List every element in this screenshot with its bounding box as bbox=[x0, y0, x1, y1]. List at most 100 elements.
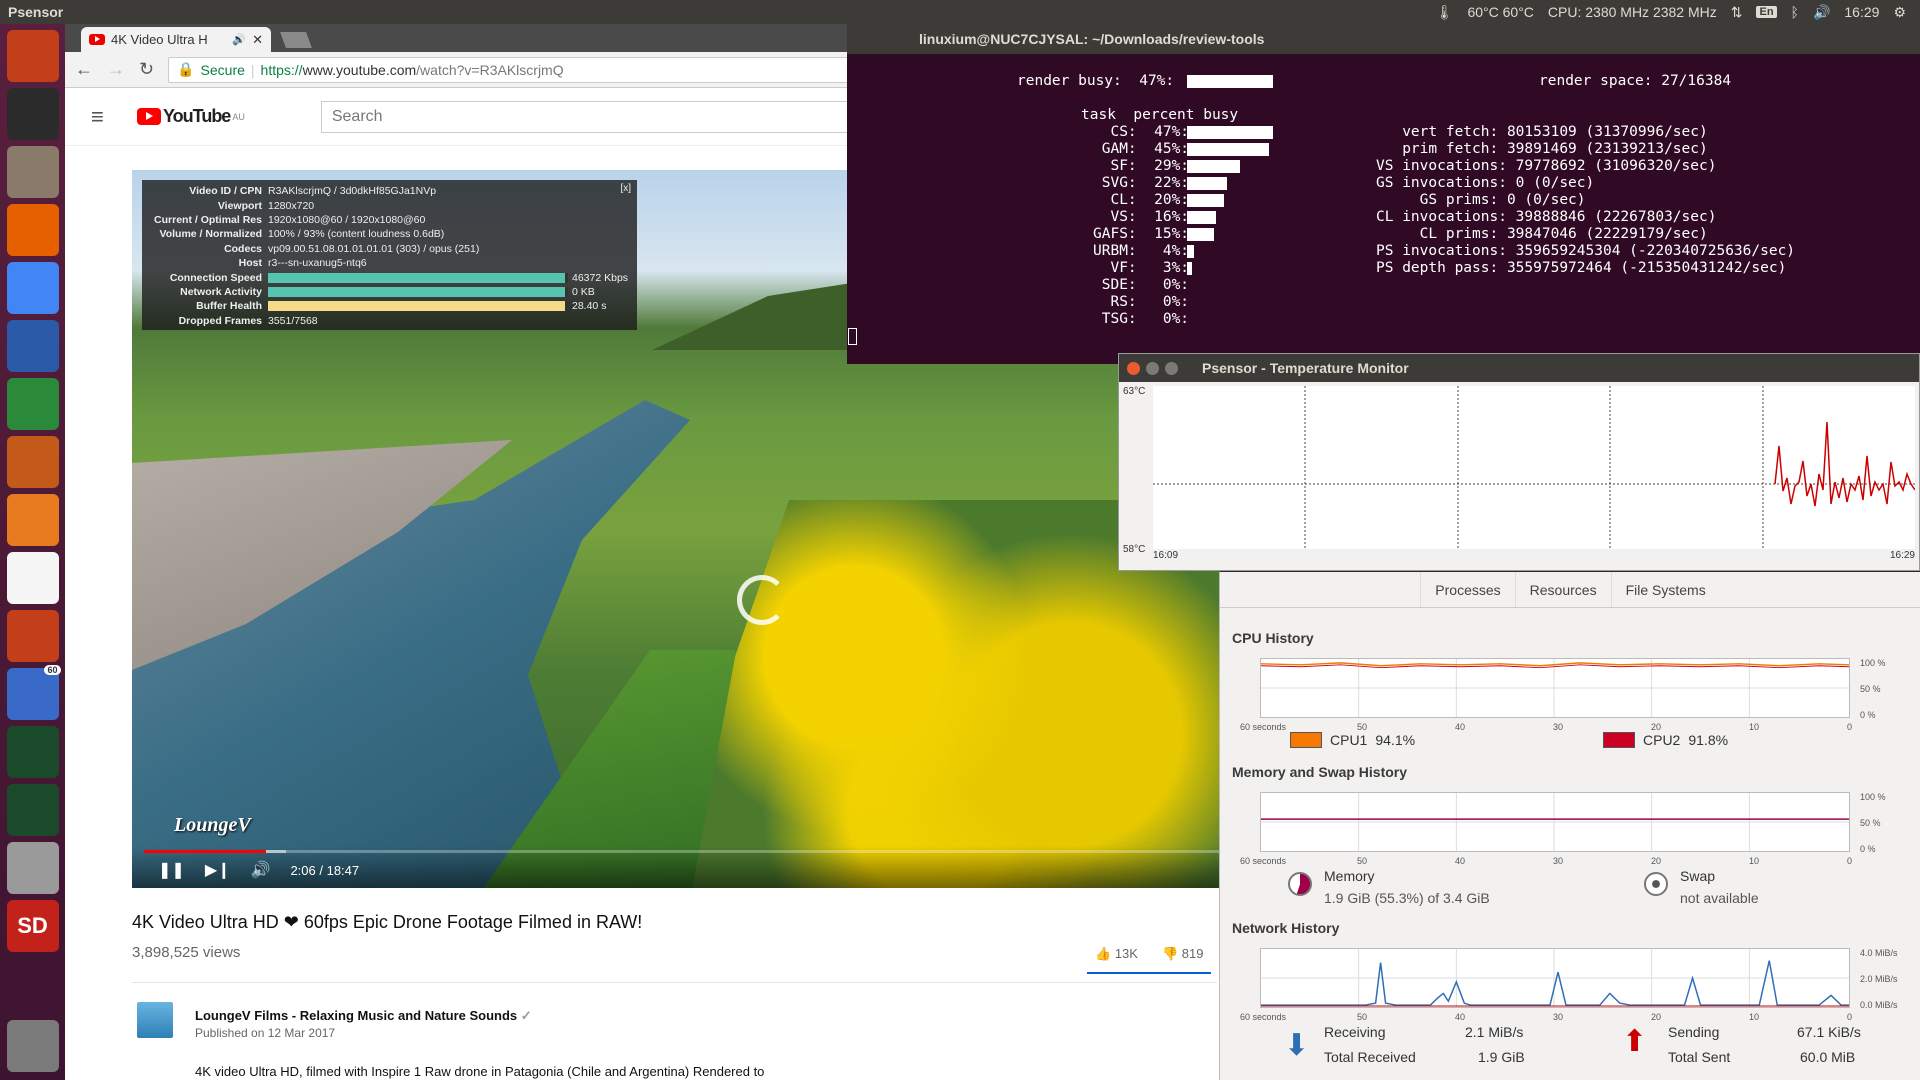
psensor-xstart: 16:09 bbox=[1153, 550, 1179, 561]
stats-buffer-row: Buffer Health 28.40 s bbox=[196, 300, 607, 313]
y-tick-label: 100 % bbox=[1860, 792, 1886, 802]
keyboard-layout-indicator[interactable]: En bbox=[1756, 6, 1777, 18]
launcher-settings-icon[interactable] bbox=[6, 610, 59, 662]
browser-tab[interactable]: 4K Video Ultra H 🔊 ✕ bbox=[81, 27, 271, 52]
youtube-play-icon bbox=[137, 108, 161, 125]
x-tick-label: 40 bbox=[1455, 1012, 1466, 1022]
y-tick-label: 2.0 MiB/s bbox=[1860, 974, 1898, 984]
launcher-trash-icon[interactable] bbox=[6, 1020, 59, 1072]
volume-icon[interactable]: 🔊 bbox=[251, 860, 271, 880]
launcher-system-monitor-icon[interactable] bbox=[6, 726, 59, 778]
stats-row: Host r3---sn-uxanug5-ntq6 bbox=[238, 257, 367, 270]
audio-icon[interactable]: 🔊 bbox=[232, 33, 246, 46]
launcher-chrome-icon[interactable] bbox=[6, 262, 59, 314]
temperature-readout[interactable]: 60°C 60°C bbox=[1467, 4, 1533, 20]
maximize-icon[interactable] bbox=[1165, 361, 1178, 375]
psensor-xend: 16:29 bbox=[1889, 550, 1915, 561]
url-text: https://www.youtube.com/watch?v=R3AKlscr… bbox=[260, 61, 564, 78]
dislike-button[interactable]: 👎 819 bbox=[1162, 946, 1204, 962]
back-arrow-icon[interactable]: ← bbox=[75, 59, 93, 80]
swap-pie-icon bbox=[1644, 872, 1668, 896]
task-busy-bar bbox=[1187, 160, 1241, 173]
task-row: SF: 29%: bbox=[1093, 158, 1190, 174]
launcher-camera-icon[interactable] bbox=[6, 842, 59, 894]
like-button[interactable]: 👍 13K bbox=[1095, 946, 1138, 962]
search-input[interactable]: Search bbox=[320, 100, 881, 133]
y-tick-label: 50 % bbox=[1860, 684, 1881, 694]
launcher-impress-icon[interactable] bbox=[6, 436, 59, 488]
connection-speed-bar bbox=[268, 272, 568, 283]
launcher-software-icon[interactable] bbox=[6, 494, 59, 546]
x-tick-label: 20 bbox=[1651, 856, 1662, 866]
new-tab-button[interactable] bbox=[280, 32, 312, 48]
volume-icon[interactable]: 🔊 bbox=[1813, 4, 1830, 21]
launcher-psensor-icon[interactable]: 60 bbox=[6, 665, 61, 720]
launcher-ubuntu-dash-icon[interactable] bbox=[6, 30, 59, 82]
x-tick-label: 60 seconds bbox=[1240, 856, 1287, 866]
gpu-stat-row: PS depth pass: 355975972464 (-2153504312… bbox=[1376, 260, 1787, 276]
x-tick-label: 20 bbox=[1651, 1012, 1662, 1022]
launcher-firefox-icon[interactable] bbox=[6, 204, 59, 256]
lock-icon[interactable]: 🔒 bbox=[177, 61, 194, 78]
seek-bar[interactable] bbox=[144, 850, 1220, 853]
launcher-files-icon[interactable] bbox=[6, 146, 59, 198]
like-ratio-bar bbox=[1087, 972, 1211, 974]
total-sent-label: Total Sent bbox=[1668, 1049, 1731, 1065]
tab-processes[interactable]: Processes bbox=[1420, 572, 1514, 607]
launcher-amazon-icon[interactable] bbox=[6, 552, 59, 604]
stats-dropped-row: Dropped Frames 3551/7568 bbox=[178, 314, 318, 327]
channel-name[interactable]: LoungeV Films - Relaxing Music and Natur… bbox=[195, 1008, 532, 1024]
forward-arrow-icon[interactable]: → bbox=[107, 59, 125, 80]
task-row: GAFS: 15%: bbox=[1093, 226, 1190, 242]
tab-resources[interactable]: Resources bbox=[1514, 572, 1611, 607]
channel-watermark: LoungeV bbox=[174, 814, 251, 836]
cpu1-legend[interactable]: CPU1 94.1% bbox=[1290, 732, 1415, 748]
gear-icon[interactable]: ⚙ bbox=[1893, 4, 1906, 21]
task-busy-bar bbox=[1187, 143, 1270, 156]
tab-file-systems[interactable]: File Systems bbox=[1610, 572, 1720, 607]
x-tick-label: 40 bbox=[1455, 856, 1466, 866]
x-tick-label: 0 bbox=[1847, 722, 1853, 732]
sending-label: Sending bbox=[1668, 1024, 1720, 1040]
y-tick-label: 0 % bbox=[1860, 710, 1876, 720]
x-tick-label: 20 bbox=[1651, 722, 1662, 732]
launcher-sd-card-icon[interactable]: SD bbox=[6, 900, 59, 952]
stats-for-nerds-panel: [x] Video ID / CPN R3AKlscrjmQ / 3d0dkHf8… bbox=[142, 180, 637, 330]
x-tick-label: 10 bbox=[1749, 1012, 1760, 1022]
cpu-frequency-readout[interactable]: CPU: 2380 MHz 2382 MHz bbox=[1548, 4, 1717, 20]
stats-close-button[interactable]: [x] bbox=[620, 183, 631, 194]
clock[interactable]: 16:29 bbox=[1844, 4, 1879, 20]
memory-value: 1.9 GiB (55.3%) of 3.4 GiB bbox=[1324, 890, 1490, 906]
channel-avatar[interactable] bbox=[137, 1002, 173, 1038]
reload-icon[interactable]: ↻ bbox=[139, 59, 154, 80]
thermometer-icon[interactable]: 🌡 bbox=[1436, 4, 1454, 21]
launcher-terminal-icon[interactable] bbox=[6, 88, 59, 140]
x-tick-label: 0 bbox=[1847, 856, 1853, 866]
pause-icon[interactable]: ❚❚ bbox=[158, 860, 185, 880]
bluetooth-icon[interactable]: ᛒ bbox=[1791, 4, 1799, 20]
tab-close-icon[interactable]: ✕ bbox=[252, 32, 263, 48]
launcher-system-monitor-2-icon[interactable] bbox=[6, 784, 59, 836]
terminal-window[interactable]: linuxium@NUC7CJYSAL: ~/Downloads/review-… bbox=[847, 24, 1920, 364]
menu-icon[interactable]: ≡ bbox=[91, 104, 115, 130]
next-icon[interactable]: ▶❙ bbox=[205, 860, 231, 880]
x-tick-label: 10 bbox=[1749, 856, 1760, 866]
unity-launcher: 60 SD bbox=[0, 24, 65, 1080]
network-arrows-icon[interactable]: ⇅ bbox=[1731, 4, 1743, 21]
minimize-icon[interactable] bbox=[1146, 361, 1159, 375]
cpu2-legend[interactable]: CPU2 91.8% bbox=[1603, 732, 1728, 748]
cpu-history-heading: CPU History bbox=[1232, 630, 1314, 646]
render-busy-bar bbox=[1187, 75, 1273, 88]
logo-text: YouTube bbox=[163, 106, 231, 126]
launcher-writer-icon[interactable] bbox=[6, 320, 59, 372]
divider bbox=[132, 982, 1217, 983]
launcher-badge: 60 bbox=[44, 665, 61, 675]
close-icon[interactable] bbox=[1127, 361, 1140, 375]
memory-history-graph bbox=[1260, 792, 1850, 852]
y-tick-label: 100 % bbox=[1860, 658, 1886, 668]
temperature-graph bbox=[1153, 386, 1915, 549]
youtube-logo[interactable]: YouTube AU bbox=[137, 106, 245, 127]
secure-label: Secure bbox=[200, 61, 245, 78]
launcher-calc-icon[interactable] bbox=[6, 378, 59, 430]
time-display: 2:06 / 18:47 bbox=[290, 862, 360, 878]
